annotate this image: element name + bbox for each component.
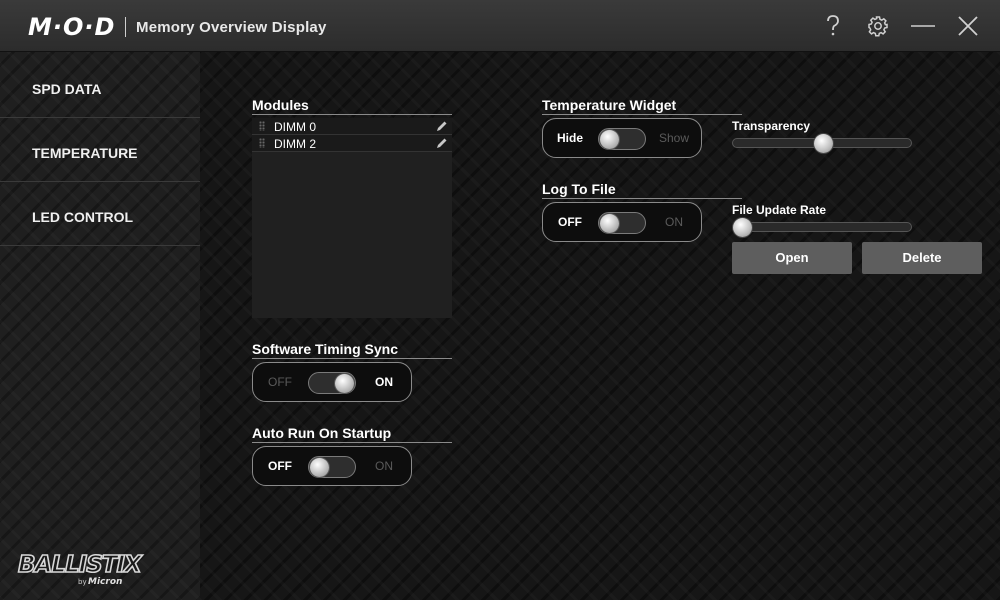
open-button[interactable]: Open xyxy=(732,242,852,274)
pencil-icon[interactable] xyxy=(436,120,448,132)
sidebar-item-label: LED CONTROL xyxy=(32,209,134,225)
toggle-switch[interactable] xyxy=(598,212,646,234)
drag-handle-icon[interactable] xyxy=(259,138,265,148)
toggle-knob[interactable] xyxy=(310,458,329,477)
toggle-switch[interactable] xyxy=(308,372,356,394)
toggle-knob[interactable] xyxy=(600,130,619,149)
temperature-widget-toggle[interactable]: Hide Show xyxy=(542,118,702,158)
svg-text:BALLISTIX: BALLISTIX xyxy=(18,552,143,578)
toggle-off-label: OFF xyxy=(268,375,292,389)
temperature-widget-title: Temperature Widget xyxy=(542,97,742,115)
svg-text:by: by xyxy=(78,578,87,586)
gear-icon[interactable] xyxy=(864,12,892,40)
toggle-off-label: Hide xyxy=(556,131,583,145)
sidebar-item-temperature[interactable]: TEMPERATURE xyxy=(0,118,200,182)
sidebar-item-spd-data[interactable]: SPD DATA xyxy=(0,54,200,118)
drag-handle-icon[interactable] xyxy=(259,121,265,131)
title-separator xyxy=(125,17,126,37)
transparency-label: Transparency xyxy=(732,119,811,133)
toggle-on-label: ON xyxy=(375,459,393,473)
app-logo: M·O·D xyxy=(28,13,116,41)
help-icon[interactable] xyxy=(819,12,847,40)
pencil-icon[interactable] xyxy=(436,137,448,149)
toggle-on-label: Show xyxy=(658,131,690,145)
software-timing-sync-toggle[interactable]: OFF ON xyxy=(252,362,412,402)
slider-thumb[interactable] xyxy=(814,134,833,153)
list-item[interactable]: DIMM 2 xyxy=(252,135,452,152)
log-to-file-toggle[interactable]: OFF ON xyxy=(542,202,702,242)
close-icon[interactable] xyxy=(954,12,982,40)
sidebar-item-label: SPD DATA xyxy=(32,81,102,97)
slider-thumb[interactable] xyxy=(733,218,752,237)
ballistix-logo: BALLISTIX by Micron xyxy=(16,548,191,595)
title-bar: M·O·D Memory Overview Display xyxy=(0,0,1000,52)
auto-run-title: Auto Run On Startup xyxy=(252,425,452,443)
minimize-icon[interactable] xyxy=(909,12,937,40)
file-update-rate-label: File Update Rate xyxy=(732,203,827,217)
toggle-knob[interactable] xyxy=(335,374,354,393)
list-item[interactable]: DIMM 0 xyxy=(252,118,452,135)
toggle-on-label: ON xyxy=(665,215,683,229)
log-to-file-title: Log To File xyxy=(542,181,742,199)
toggle-off-label: OFF xyxy=(558,215,582,229)
auto-run-toggle[interactable]: OFF ON xyxy=(252,446,412,486)
modules-list: DIMM 0 DIMM 2 xyxy=(252,118,452,318)
file-update-rate-slider[interactable] xyxy=(732,218,912,237)
software-timing-sync-title: Software Timing Sync xyxy=(252,341,452,359)
sidebar: SPD DATA TEMPERATURE LED CONTROL xyxy=(0,52,200,600)
sidebar-item-label: TEMPERATURE xyxy=(32,145,138,161)
modules-title: Modules xyxy=(252,97,452,115)
sidebar-item-led-control[interactable]: LED CONTROL xyxy=(0,182,200,246)
toggle-on-label: ON xyxy=(375,375,393,389)
module-label: DIMM 2 xyxy=(274,137,316,151)
svg-text:Micron: Micron xyxy=(88,577,122,587)
toggle-switch[interactable] xyxy=(308,456,356,478)
delete-button[interactable]: Delete xyxy=(862,242,982,274)
toggle-knob[interactable] xyxy=(600,214,619,233)
toggle-off-label: OFF xyxy=(268,459,292,473)
toggle-switch[interactable] xyxy=(598,128,646,150)
module-label: DIMM 0 xyxy=(274,120,316,134)
app-title: Memory Overview Display xyxy=(136,19,327,36)
transparency-slider[interactable] xyxy=(732,134,912,153)
